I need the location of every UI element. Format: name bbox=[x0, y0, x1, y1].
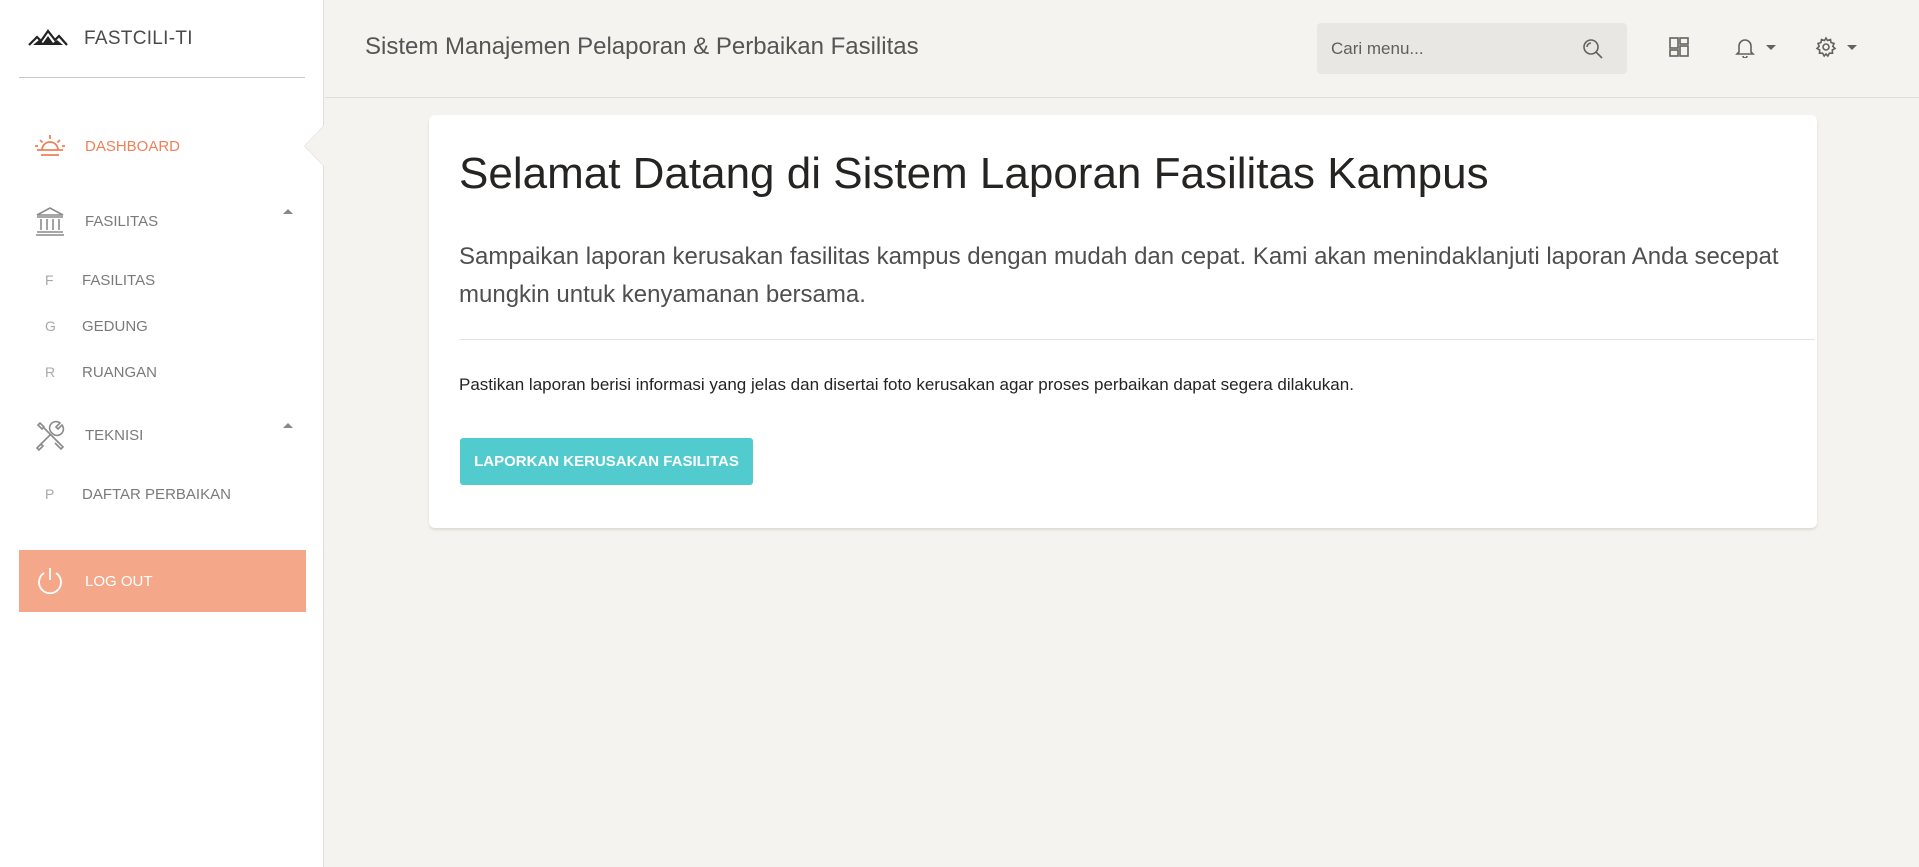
sidebar-item-teknisi[interactable]: TEKNISI bbox=[19, 417, 305, 453]
bell-icon bbox=[1735, 39, 1755, 58]
sidebar-item-label: FASILITAS bbox=[85, 212, 159, 230]
sub-label: DAFTAR PERBAIKAN bbox=[82, 485, 231, 503]
sidebar-item-dashboard[interactable]: DASHBOARD bbox=[19, 128, 305, 164]
sidebar-item-label: DASHBOARD bbox=[85, 137, 181, 155]
sub-mini-label: P bbox=[45, 486, 55, 502]
page-title: Sistem Manajemen Pelaporan & Perbaikan F… bbox=[365, 33, 919, 60]
brand-name: FASTCILI-TI bbox=[84, 27, 193, 49]
divider bbox=[459, 339, 1815, 340]
sub-label: RUANGAN bbox=[82, 363, 158, 381]
welcome-note: Pastikan laporan berisi informasi yang j… bbox=[459, 375, 1354, 394]
chevron-down-icon bbox=[1847, 44, 1857, 50]
dashboard-grid-button[interactable] bbox=[1668, 36, 1690, 58]
sub-mini-label: F bbox=[45, 272, 54, 288]
active-indicator bbox=[305, 126, 324, 166]
chevron-down-icon bbox=[1766, 44, 1776, 50]
sidebar-subitem-gedung[interactable]: G GEDUNG bbox=[19, 311, 305, 341]
sidebar-subitem-daftar-perbaikan[interactable]: P DAFTAR PERBAIKAN bbox=[19, 479, 305, 509]
bank-icon bbox=[33, 204, 67, 238]
gear-icon bbox=[1815, 36, 1837, 58]
sidebar: FASTCILI-TI DASHBOARD FASILITAS F FASILI… bbox=[0, 0, 324, 867]
power-icon bbox=[33, 564, 67, 598]
logout-label: LOG OUT bbox=[85, 572, 153, 590]
sidebar-item-label: TEKNISI bbox=[85, 426, 144, 444]
notifications-dropdown[interactable] bbox=[1734, 36, 1776, 58]
sub-label: FASILITAS bbox=[82, 271, 156, 289]
search-box bbox=[1317, 23, 1627, 74]
sidebar-subitem-fasilitas[interactable]: F FASILITAS bbox=[19, 265, 305, 295]
mountain-logo-icon bbox=[28, 28, 68, 46]
tools-icon bbox=[33, 418, 67, 452]
welcome-heading: Selamat Datang di Sistem Laporan Fasilit… bbox=[459, 149, 1489, 198]
collapse-caret-icon[interactable] bbox=[283, 209, 293, 214]
welcome-lead: Sampaikan laporan kerusakan fasilitas ka… bbox=[459, 243, 1779, 308]
search-icon[interactable] bbox=[1581, 37, 1605, 61]
dashboard-grid-icon bbox=[1669, 37, 1689, 57]
sidebar-item-fasilitas[interactable]: FASILITAS bbox=[19, 203, 305, 239]
logout-button[interactable]: LOG OUT bbox=[19, 550, 306, 612]
welcome-card: Selamat Datang di Sistem Laporan Fasilit… bbox=[429, 115, 1817, 528]
sunrise-icon bbox=[33, 129, 67, 163]
search-input[interactable] bbox=[1317, 23, 1577, 74]
sub-label: GEDUNG bbox=[82, 317, 148, 335]
top-navbar: Sistem Manajemen Pelaporan & Perbaikan F… bbox=[325, 0, 1919, 98]
sidebar-subitem-ruangan[interactable]: R RUANGAN bbox=[19, 357, 305, 387]
sub-mini-label: G bbox=[45, 318, 56, 334]
report-damage-button[interactable]: LAPORKAN KERUSAKAN FASILITAS bbox=[460, 438, 753, 485]
settings-dropdown[interactable] bbox=[1815, 36, 1857, 58]
collapse-caret-icon[interactable] bbox=[283, 423, 293, 428]
brand[interactable]: FASTCILI-TI bbox=[19, 0, 305, 78]
sub-mini-label: R bbox=[45, 364, 56, 380]
